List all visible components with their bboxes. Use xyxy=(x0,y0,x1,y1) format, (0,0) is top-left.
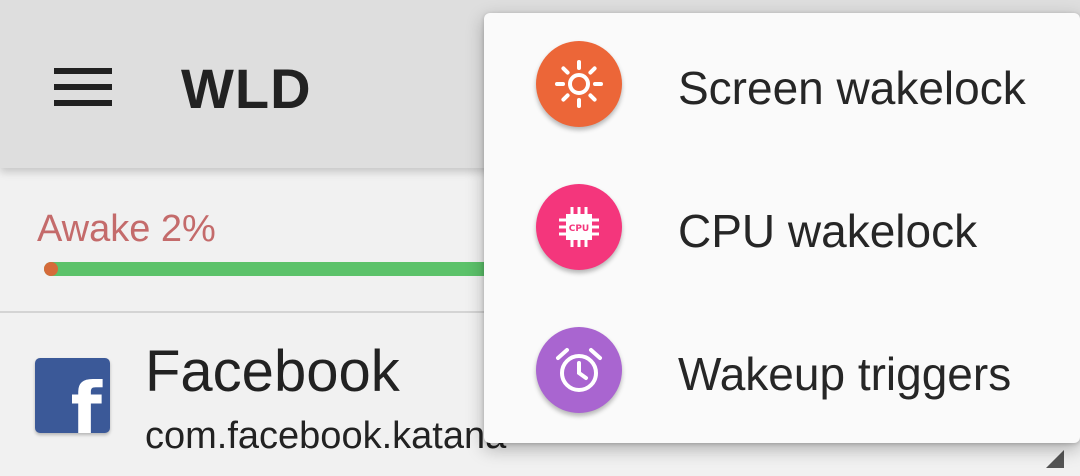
menu-item-label: CPU wakelock xyxy=(678,205,978,257)
popup-menu: Screen wakelock CPU CPU wakelock Wakeup … xyxy=(484,13,1080,443)
awake-progress-bar xyxy=(44,262,504,276)
app-package-name: com.facebook.katana xyxy=(145,415,507,457)
awake-progress-fill xyxy=(44,262,58,276)
app-title: WLD xyxy=(181,57,312,120)
resize-grip-icon xyxy=(1046,450,1064,468)
screen: WLD Awake 2% f Facebook com.facebook.kat… xyxy=(0,0,1080,476)
sun-icon xyxy=(536,41,622,127)
facebook-icon: f xyxy=(35,358,110,433)
alarm-clock-icon xyxy=(536,327,622,413)
menu-item-cpu-wakelock[interactable]: CPU CPU wakelock xyxy=(484,156,1080,299)
awake-percentage-label: Awake 2% xyxy=(37,208,216,250)
hamburger-menu-icon[interactable] xyxy=(40,54,126,120)
menu-item-wakeup-triggers[interactable]: Wakeup triggers xyxy=(484,299,1080,442)
cpu-chip-text: CPU xyxy=(569,224,590,234)
facebook-icon-glyph: f xyxy=(70,367,102,433)
menu-item-label: Wakeup triggers xyxy=(678,348,1012,400)
menu-item-label: Screen wakelock xyxy=(678,62,1026,114)
menu-item-screen-wakelock[interactable]: Screen wakelock xyxy=(484,13,1080,156)
app-name: Facebook xyxy=(145,339,400,404)
cpu-chip-icon: CPU xyxy=(536,184,622,270)
